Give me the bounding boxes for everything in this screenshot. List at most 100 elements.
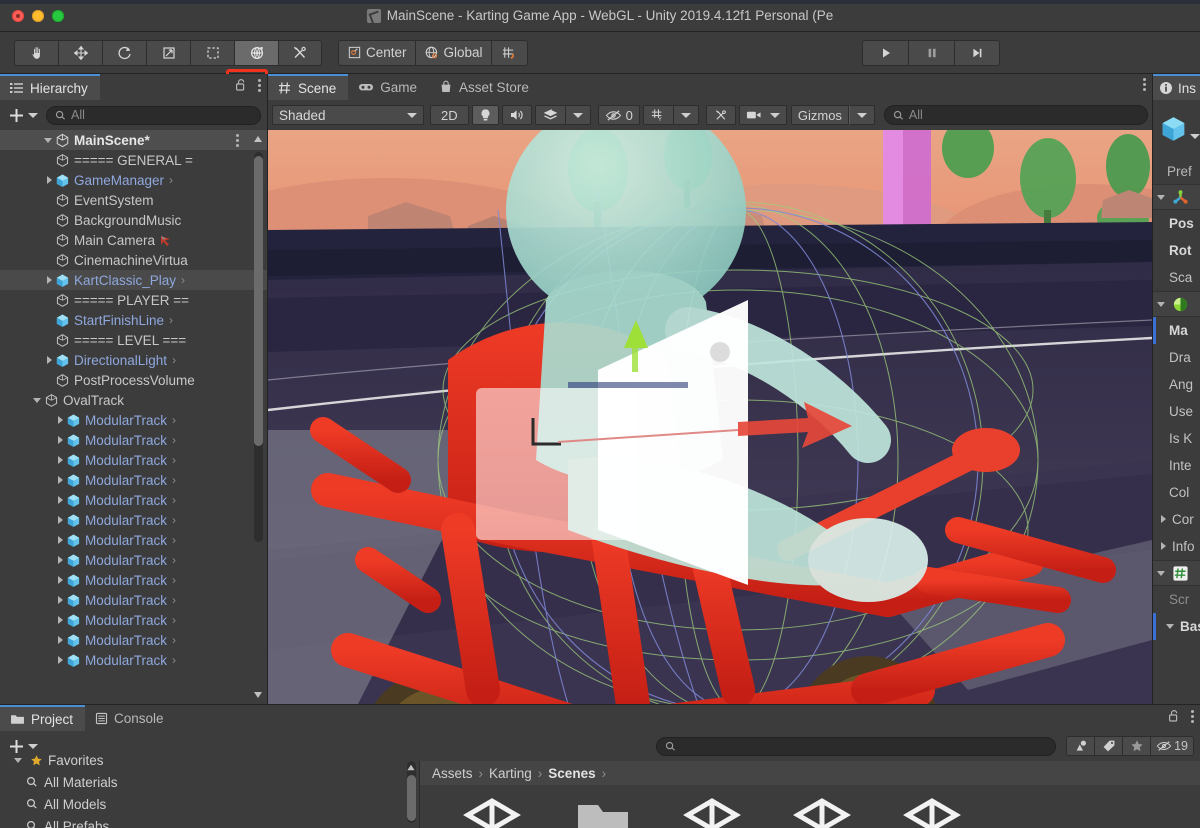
scene-camera-button[interactable] bbox=[738, 105, 787, 125]
tab-game[interactable]: Game bbox=[348, 74, 429, 100]
scale-tool-button[interactable] bbox=[146, 39, 190, 66]
breadcrumb-item-karting[interactable]: Karting bbox=[489, 766, 532, 781]
prefab-open-chevron-icon[interactable]: › bbox=[172, 573, 176, 587]
scene-audio-toggle[interactable] bbox=[501, 105, 532, 125]
chevron-down-icon[interactable] bbox=[1157, 299, 1168, 310]
transform-position-row[interactable]: Pos bbox=[1153, 210, 1200, 237]
hierarchy-item[interactable]: ===== GENERAL = bbox=[0, 150, 267, 170]
scene-lighting-toggle[interactable] bbox=[471, 105, 499, 125]
filter-by-label-button[interactable] bbox=[1094, 736, 1123, 756]
tab-asset-store[interactable]: Asset Store bbox=[429, 74, 541, 100]
snap-settings-button[interactable] bbox=[490, 39, 528, 66]
hierarchy-item[interactable]: ModularTrack › bbox=[0, 470, 267, 490]
hierarchy-item[interactable]: ModularTrack › bbox=[0, 530, 267, 550]
favorites-item[interactable]: All Models bbox=[0, 793, 419, 815]
hierarchy-item[interactable]: BackgroundMusic bbox=[0, 210, 267, 230]
scene-menu-icon[interactable] bbox=[1143, 78, 1146, 91]
prefab-open-chevron-icon[interactable]: › bbox=[172, 453, 176, 467]
project-contents[interactable]: Assets › Karting › Scenes › bbox=[420, 761, 1200, 828]
scene-grid-dropdown[interactable] bbox=[673, 105, 699, 125]
hierarchy-item[interactable]: ModularTrack › bbox=[0, 450, 267, 470]
prefab-open-chevron-icon[interactable]: › bbox=[172, 493, 176, 507]
scroll-up-arrow-icon[interactable] bbox=[253, 134, 263, 144]
chevron-right-icon[interactable] bbox=[55, 475, 66, 486]
asset-item[interactable] bbox=[682, 797, 744, 828]
hidden-assets-toggle[interactable]: 19 bbox=[1150, 736, 1194, 756]
rotate-tool-button[interactable] bbox=[102, 39, 146, 66]
chevron-right-icon[interactable] bbox=[44, 175, 55, 186]
project-menu-icon[interactable] bbox=[1191, 709, 1194, 723]
chevron-down-icon[interactable] bbox=[1157, 192, 1168, 203]
rigidbody-collision-detection-row[interactable]: Col bbox=[1153, 479, 1200, 506]
asset-item[interactable] bbox=[462, 797, 524, 828]
shading-mode-dropdown[interactable]: Shaded bbox=[272, 105, 424, 125]
project-tree[interactable]: Favorites All Materials All Models All Pre… bbox=[0, 753, 420, 828]
asset-grid[interactable] bbox=[420, 785, 1200, 828]
tab-inspector[interactable]: Ins bbox=[1153, 74, 1200, 100]
handle-space-button[interactable]: Global bbox=[414, 39, 491, 66]
hierarchy-item[interactable]: ===== LEVEL === bbox=[0, 330, 267, 350]
hierarchy-menu-icon[interactable] bbox=[258, 78, 261, 92]
hierarchy-item[interactable]: ModularTrack › bbox=[0, 430, 267, 450]
favorites-root[interactable]: Favorites bbox=[0, 749, 419, 771]
favorites-item[interactable]: All Prefabs bbox=[0, 815, 419, 828]
rect-tool-button[interactable] bbox=[190, 39, 234, 66]
filter-favorites-button[interactable] bbox=[1122, 736, 1151, 756]
hierarchy-item[interactable]: ModularTrack › bbox=[0, 610, 267, 630]
prefab-open-chevron-icon[interactable]: › bbox=[172, 593, 176, 607]
favorites-item[interactable]: All Materials bbox=[0, 771, 419, 793]
chevron-right-icon[interactable] bbox=[55, 615, 66, 626]
scene-menu-icon[interactable] bbox=[236, 133, 239, 147]
scene-fx-button[interactable] bbox=[534, 105, 566, 125]
rigidbody-interpolate-row[interactable]: Inte bbox=[1153, 452, 1200, 479]
custom-editor-tool-button[interactable] bbox=[278, 39, 322, 66]
tab-console[interactable]: Console bbox=[85, 705, 176, 731]
rigidbody-info-row[interactable]: Info bbox=[1153, 533, 1200, 560]
rigidbody-angular-drag-row[interactable]: Ang bbox=[1153, 371, 1200, 398]
transform-scale-row[interactable]: Sca bbox=[1153, 264, 1200, 291]
asset-item[interactable] bbox=[792, 797, 854, 828]
hierarchy-item[interactable]: DirectionalLight › bbox=[0, 350, 267, 370]
pause-button[interactable] bbox=[908, 40, 954, 66]
hierarchy-item[interactable]: ModularTrack › bbox=[0, 490, 267, 510]
rigidbody-is-kinematic-row[interactable]: Is K bbox=[1153, 425, 1200, 452]
scene-render[interactable]: x y z Persp bbox=[268, 130, 1152, 704]
lock-open-icon[interactable] bbox=[235, 78, 248, 92]
prefab-open-chevron-icon[interactable]: › bbox=[172, 413, 176, 427]
mode-2d-button[interactable]: 2D bbox=[430, 105, 469, 125]
chevron-down-icon[interactable] bbox=[33, 395, 44, 406]
chevron-down-icon[interactable] bbox=[14, 755, 25, 766]
inspector-prefab-row[interactable]: Pref bbox=[1153, 158, 1200, 184]
scene-search-input[interactable]: All bbox=[883, 105, 1148, 125]
chevron-right-icon[interactable] bbox=[55, 595, 66, 606]
scene-grid-button[interactable]: Y bbox=[642, 105, 674, 125]
hierarchy-add-button[interactable] bbox=[6, 107, 40, 124]
prefab-open-chevron-icon[interactable]: › bbox=[172, 613, 176, 627]
hierarchy-scrollbar[interactable] bbox=[254, 152, 263, 542]
chevron-right-icon[interactable] bbox=[55, 455, 66, 466]
filter-by-type-button[interactable] bbox=[1066, 736, 1095, 756]
asset-item[interactable] bbox=[572, 797, 634, 828]
chevron-down-icon[interactable] bbox=[1190, 133, 1200, 139]
scrollbar-thumb[interactable] bbox=[254, 156, 263, 446]
prefab-open-chevron-icon[interactable]: › bbox=[169, 313, 173, 327]
scene-fx-dropdown[interactable] bbox=[565, 105, 591, 125]
gizmos-dropdown[interactable] bbox=[848, 105, 875, 125]
tab-hierarchy[interactable]: Hierarchy bbox=[0, 74, 100, 100]
hierarchy-item[interactable]: PostProcessVolume bbox=[0, 370, 267, 390]
scroll-down-arrow-icon[interactable] bbox=[253, 690, 263, 700]
prefab-open-chevron-icon[interactable]: › bbox=[172, 513, 176, 527]
breadcrumb[interactable]: Assets › Karting › Scenes › bbox=[420, 761, 1200, 785]
chevron-right-icon[interactable] bbox=[55, 555, 66, 566]
hierarchy-item[interactable]: KartClassic_Play › bbox=[0, 270, 267, 290]
hand-tool-button[interactable] bbox=[14, 39, 58, 66]
hierarchy-scene-row[interactable]: MainScene* bbox=[0, 130, 267, 150]
breadcrumb-item-scenes[interactable]: Scenes bbox=[548, 766, 595, 781]
hierarchy-search-input[interactable]: All bbox=[46, 105, 261, 125]
prefab-open-chevron-icon[interactable]: › bbox=[172, 433, 176, 447]
chevron-right-icon[interactable] bbox=[55, 435, 66, 446]
scene-visibility-toggle[interactable]: 0 bbox=[597, 105, 640, 125]
hierarchy-item[interactable]: StartFinishLine › bbox=[0, 310, 267, 330]
script-field-row[interactable]: Scr bbox=[1153, 586, 1200, 613]
rigidbody-drag-row[interactable]: Dra bbox=[1153, 344, 1200, 371]
